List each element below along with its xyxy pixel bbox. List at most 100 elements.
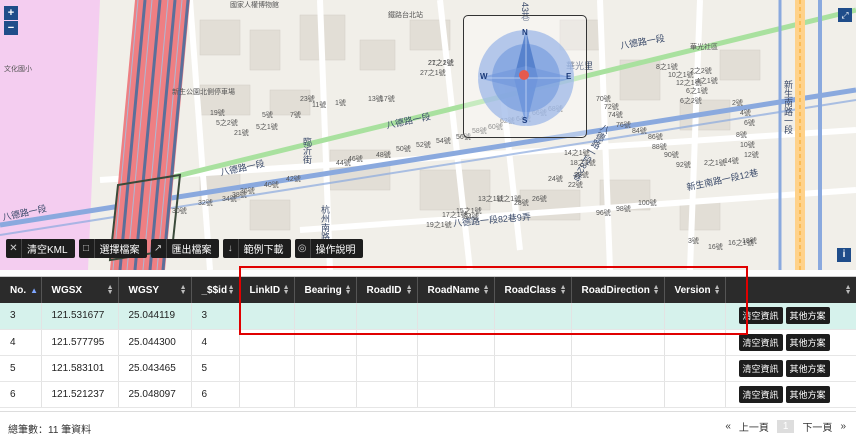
house-number-label: 98號 (616, 206, 631, 213)
download-icon: ↓ (223, 239, 239, 258)
cell-actions: 清空資訊 其他方案 (725, 355, 856, 382)
next-page-button[interactable]: 下一頁 (802, 419, 832, 434)
house-number-label: 8之1號 (656, 64, 678, 71)
sort-icon: ▲ ▼ (227, 284, 235, 296)
cell-y: 25.043465 (118, 355, 192, 382)
map-base (0, 0, 856, 270)
house-number-label: 18號 (742, 238, 757, 245)
clear-info-button[interactable]: 清空資訊 (738, 385, 783, 403)
house-number-label: 17號 (380, 96, 395, 103)
cell-empty (494, 381, 572, 408)
help-button[interactable]: ◎ 操作說明 (294, 239, 363, 258)
cell-id: 3 (191, 303, 240, 330)
table-row[interactable]: 4 121.577795 25.044300 4 清空資訊 其他方案 (0, 329, 856, 356)
house-number-label: 19號 (210, 110, 225, 117)
table-row[interactable]: 6 121.521237 25.048097 6 清空資訊 其他方案 (0, 381, 856, 408)
compass-w: W (480, 72, 488, 81)
clear-kml-button[interactable]: ✕ 清空KML (6, 239, 75, 258)
select-file-label: 選擇檔案 (99, 245, 140, 256)
cell-x: 121.531677 (41, 303, 119, 330)
house-number-label: 50號 (396, 146, 411, 153)
house-number-label: 14之1號 (564, 150, 590, 157)
clear-kml-label: 清空KML (27, 245, 68, 256)
house-number-label: 72號 (604, 104, 619, 111)
help-icon: ◎ (295, 239, 311, 258)
table-row[interactable]: 5 121.583101 25.043465 5 清空資訊 其他方案 (0, 355, 856, 382)
table-row[interactable]: 3 121.531677 25.044119 3 清空資訊 其他方案 (0, 303, 856, 330)
expand-icon[interactable]: ⤢ (838, 8, 852, 22)
other-plan-button[interactable]: 其他方案 (785, 359, 830, 377)
cell-empty (417, 329, 495, 356)
cell-empty (294, 303, 357, 330)
sort-icon: ▲ ▼ (482, 284, 490, 296)
cell-empty (239, 381, 295, 408)
export-file-button[interactable]: ↗ 匯出檔案 (150, 239, 219, 258)
other-plan-button[interactable]: 其他方案 (785, 333, 830, 351)
house-number-label: 76號 (616, 122, 631, 129)
house-number-label: 34號 (222, 196, 237, 203)
cell-empty (417, 303, 495, 330)
cell-empty (356, 381, 418, 408)
zoom-out-button[interactable]: − (4, 21, 18, 35)
select-file-button[interactable]: □ 選擇檔案 (78, 239, 147, 258)
map-view[interactable]: 國家人權博物館 鐵路台北站 文化國小 新生公園北側停車場 華光社區 八德路一段 … (0, 0, 856, 270)
first-page-button[interactable]: « (725, 421, 731, 432)
col-header-version[interactable]: Version ▲ ▼ (664, 277, 726, 303)
sort-icon: ▲ ▼ (282, 284, 290, 296)
road-label: 臨沂街 (302, 137, 312, 164)
col-header-id[interactable]: _$$id ▲ ▼ (191, 277, 240, 303)
sort-icon: ▲ ▼ (844, 284, 852, 296)
col-header-bearing[interactable]: Bearing ▲ ▼ (294, 277, 357, 303)
col-header-roadid[interactable]: RoadID ▲ ▼ (356, 277, 418, 303)
house-number-label: 54號 (436, 138, 451, 145)
prev-page-button[interactable]: 上一頁 (739, 419, 769, 434)
cell-empty (664, 355, 726, 382)
close-icon: ✕ (6, 239, 22, 258)
cell-empty (239, 303, 295, 330)
clear-info-button[interactable]: 清空資訊 (738, 333, 783, 351)
col-header-roaddirection[interactable]: RoadDirection ▲ ▼ (571, 277, 665, 303)
zoom-in-button[interactable]: + (4, 6, 18, 20)
clear-info-button[interactable]: 清空資訊 (738, 359, 783, 377)
col-header-wgsy[interactable]: WGSY ▲ ▼ (118, 277, 192, 303)
col-header-linkid[interactable]: LinkID ▲ ▼ (239, 277, 295, 303)
sample-download-button[interactable]: ↓ 範例下載 (222, 239, 291, 258)
other-plan-button[interactable]: 其他方案 (785, 307, 830, 325)
cell-empty (294, 355, 357, 382)
cell-empty (571, 355, 665, 382)
other-plan-button[interactable]: 其他方案 (785, 385, 830, 403)
house-number-label: 86號 (648, 134, 663, 141)
cell-actions: 清空資訊 其他方案 (725, 303, 856, 330)
house-number-label: 36號 (240, 188, 255, 195)
col-header-roadname[interactable]: RoadName ▲ ▼ (417, 277, 495, 303)
col-header-no[interactable]: No. ▲ (0, 277, 42, 303)
house-number-label: 13之1號 (478, 196, 504, 203)
col-header-roadclass[interactable]: RoadClass ▲ ▼ (494, 277, 572, 303)
last-page-button[interactable]: » (840, 421, 846, 432)
cell-x: 121.577795 (41, 329, 119, 356)
col-header-wgsx[interactable]: WGSX ▲ ▼ (41, 277, 119, 303)
info-icon[interactable]: i (837, 248, 851, 262)
current-page[interactable]: 1 (776, 420, 795, 433)
compass-widget[interactable]: N S E W (463, 15, 587, 138)
house-number-label: 2號 (732, 100, 743, 107)
house-number-label: 17之1號 (442, 212, 468, 219)
compass-e: E (566, 72, 572, 81)
cell-empty (239, 355, 295, 382)
house-number-label: 5之1號 (256, 124, 278, 131)
road-label: 新生南路一段 (783, 80, 793, 134)
house-number-label: 21之1號 (428, 60, 454, 67)
clear-info-button[interactable]: 清空資訊 (738, 307, 783, 325)
data-table-container[interactable]: No. ▲ WGSX ▲ ▼ WGSY ▲ ▼ _$$id ▲ ▼ LinkID ▲ ▼ Bear… (0, 276, 856, 411)
cell-empty (417, 355, 495, 382)
cell-no: 5 (0, 355, 42, 382)
place-label: 國家人權博物館 (230, 2, 279, 9)
table-header-row: No. ▲ WGSX ▲ ▼ WGSY ▲ ▼ _$$id ▲ ▼ LinkID ▲ ▼ Bear… (0, 277, 856, 303)
cell-y: 25.044119 (118, 303, 192, 330)
cell-actions: 清空資訊 其他方案 (725, 381, 856, 408)
house-number-label: 6之2號 (680, 98, 702, 105)
house-number-label: 48號 (376, 152, 391, 159)
sort-icon: ▲ ▼ (652, 284, 660, 296)
house-number-label: 24號 (548, 176, 563, 183)
place-label: 文化國小 (4, 66, 32, 73)
